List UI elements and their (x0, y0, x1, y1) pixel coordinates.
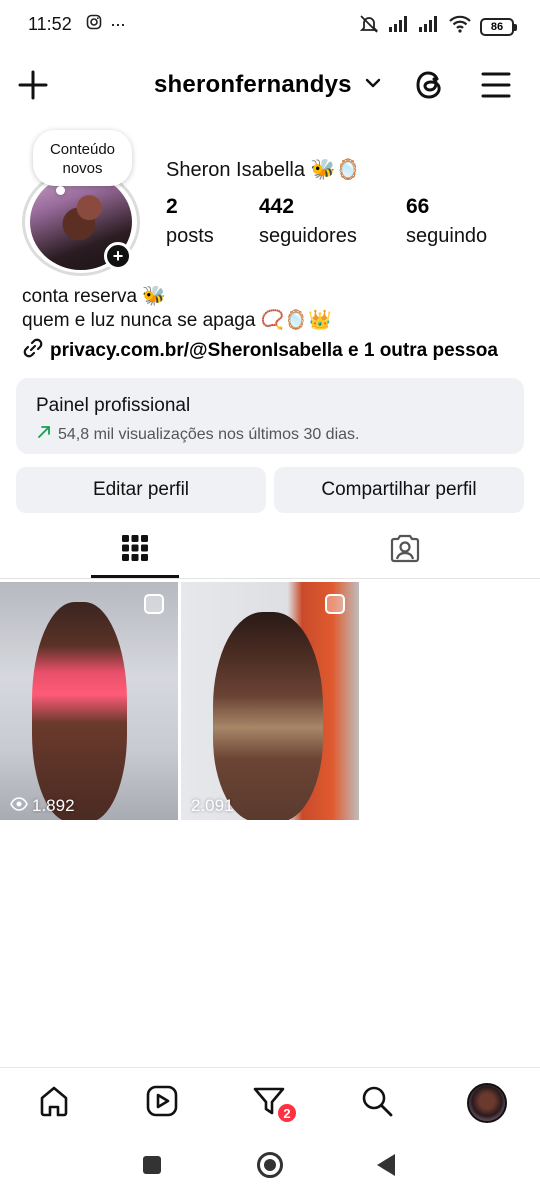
mute-icon (358, 13, 380, 40)
system-navigation-bar (0, 1140, 540, 1199)
post-view-count: 2.091 (191, 796, 234, 816)
following-stat[interactable]: 66 seguindo (406, 195, 487, 248)
post-view-count: 1.892 (10, 796, 75, 816)
eye-icon (10, 796, 28, 816)
tab-tagged[interactable] (270, 522, 540, 578)
post-figure-shape (32, 602, 127, 820)
account-switcher[interactable]: sheronfernandys (154, 71, 382, 99)
tagged-person-icon (389, 532, 421, 569)
trend-up-arrow-icon (36, 424, 52, 445)
bio-link-text: privacy.com.br/@SheronIsabella e 1 outra… (50, 340, 498, 361)
hamburger-menu-icon[interactable] (480, 70, 512, 100)
dashboard-subtitle: 54,8 mil visualizações nos últimos 30 di… (36, 424, 359, 445)
profile-note-bubble[interactable]: Conteúdo novos (33, 130, 132, 186)
following-count: 66 (406, 195, 430, 218)
profile-bio: conta reserva 🐝 quem e luz nunca se apag… (22, 285, 332, 333)
notification-badge: 2 (276, 1102, 298, 1124)
share-profile-button[interactable]: Compartilhar perfil (274, 467, 524, 513)
threads-icon[interactable] (412, 67, 448, 103)
bio-link[interactable]: privacy.com.br/@SheronIsabella e 1 outra… (22, 337, 498, 365)
search-icon (360, 1084, 394, 1123)
status-right-icons: 86 (358, 13, 517, 40)
select-checkbox[interactable] (325, 594, 345, 614)
home-icon (37, 1084, 71, 1123)
post-figure-shape (213, 612, 323, 820)
link-icon (22, 337, 44, 365)
reels-play-icon (145, 1084, 179, 1123)
chevron-down-icon (364, 76, 382, 94)
views-count: 1.892 (32, 796, 75, 815)
home-button[interactable] (257, 1152, 283, 1178)
views-count: 2.091 (191, 796, 234, 815)
instagram-notification-icon (86, 14, 102, 35)
signal-icon-2 (418, 15, 440, 38)
following-label: seguindo (406, 225, 488, 247)
nav-messages[interactable]: 2 (250, 1084, 298, 1124)
status-left-icons: ··· (86, 14, 126, 35)
edit-profile-button[interactable]: Editar perfil (16, 467, 266, 513)
posts-count: 2 (166, 195, 178, 218)
more-notifications-dots: ··· (110, 14, 126, 34)
select-checkbox[interactable] (144, 594, 164, 614)
post-thumbnail[interactable]: 2.091 (181, 582, 359, 820)
posts-stat[interactable]: 2 posts (166, 195, 214, 248)
status-bar: 11:52 ··· 86 (0, 0, 540, 50)
followers-label: seguidores (259, 225, 357, 247)
status-time: 11:52 (28, 14, 72, 34)
nav-search[interactable] (358, 1084, 396, 1122)
profile-header: sheronfernandys (0, 58, 540, 114)
tabs-divider (0, 578, 540, 579)
wifi-icon (448, 15, 472, 38)
tab-posts-grid[interactable] (0, 522, 270, 578)
nav-reels[interactable] (143, 1084, 181, 1122)
grid-icon (121, 534, 149, 567)
followers-stat[interactable]: 442 seguidores (259, 195, 357, 248)
dashboard-views-text: 54,8 mil visualizações nos últimos 30 di… (58, 425, 360, 443)
battery-indicator: 86 (480, 17, 517, 36)
professional-dashboard[interactable]: Painel profissional 54,8 mil visualizaçõ… (16, 378, 524, 454)
signal-icon (388, 15, 410, 38)
nav-home[interactable] (35, 1084, 73, 1122)
back-button[interactable] (377, 1154, 395, 1176)
posts-label: posts (166, 225, 214, 247)
profile-avatar-small (467, 1083, 507, 1123)
recent-apps-button[interactable] (143, 1156, 161, 1174)
bio-line: conta reserva 🐝 (22, 286, 167, 307)
followers-count: 442 (259, 195, 295, 218)
add-story-plus-icon[interactable]: + (104, 242, 132, 270)
profile-username: sheronfernandys (154, 71, 352, 98)
display-name: Sheron Isabella 🐝🪞 (166, 159, 361, 181)
create-plus-icon[interactable] (16, 68, 50, 102)
bottom-navigation: 2 (0, 1067, 540, 1137)
nav-profile[interactable] (466, 1082, 508, 1124)
post-thumbnail[interactable]: 1.892 (0, 582, 178, 820)
dashboard-title: Painel profissional (36, 395, 191, 416)
note-bubble-tail (56, 186, 65, 195)
bio-line: quem e luz nunca se apaga 📿🪞👑 (22, 310, 332, 331)
